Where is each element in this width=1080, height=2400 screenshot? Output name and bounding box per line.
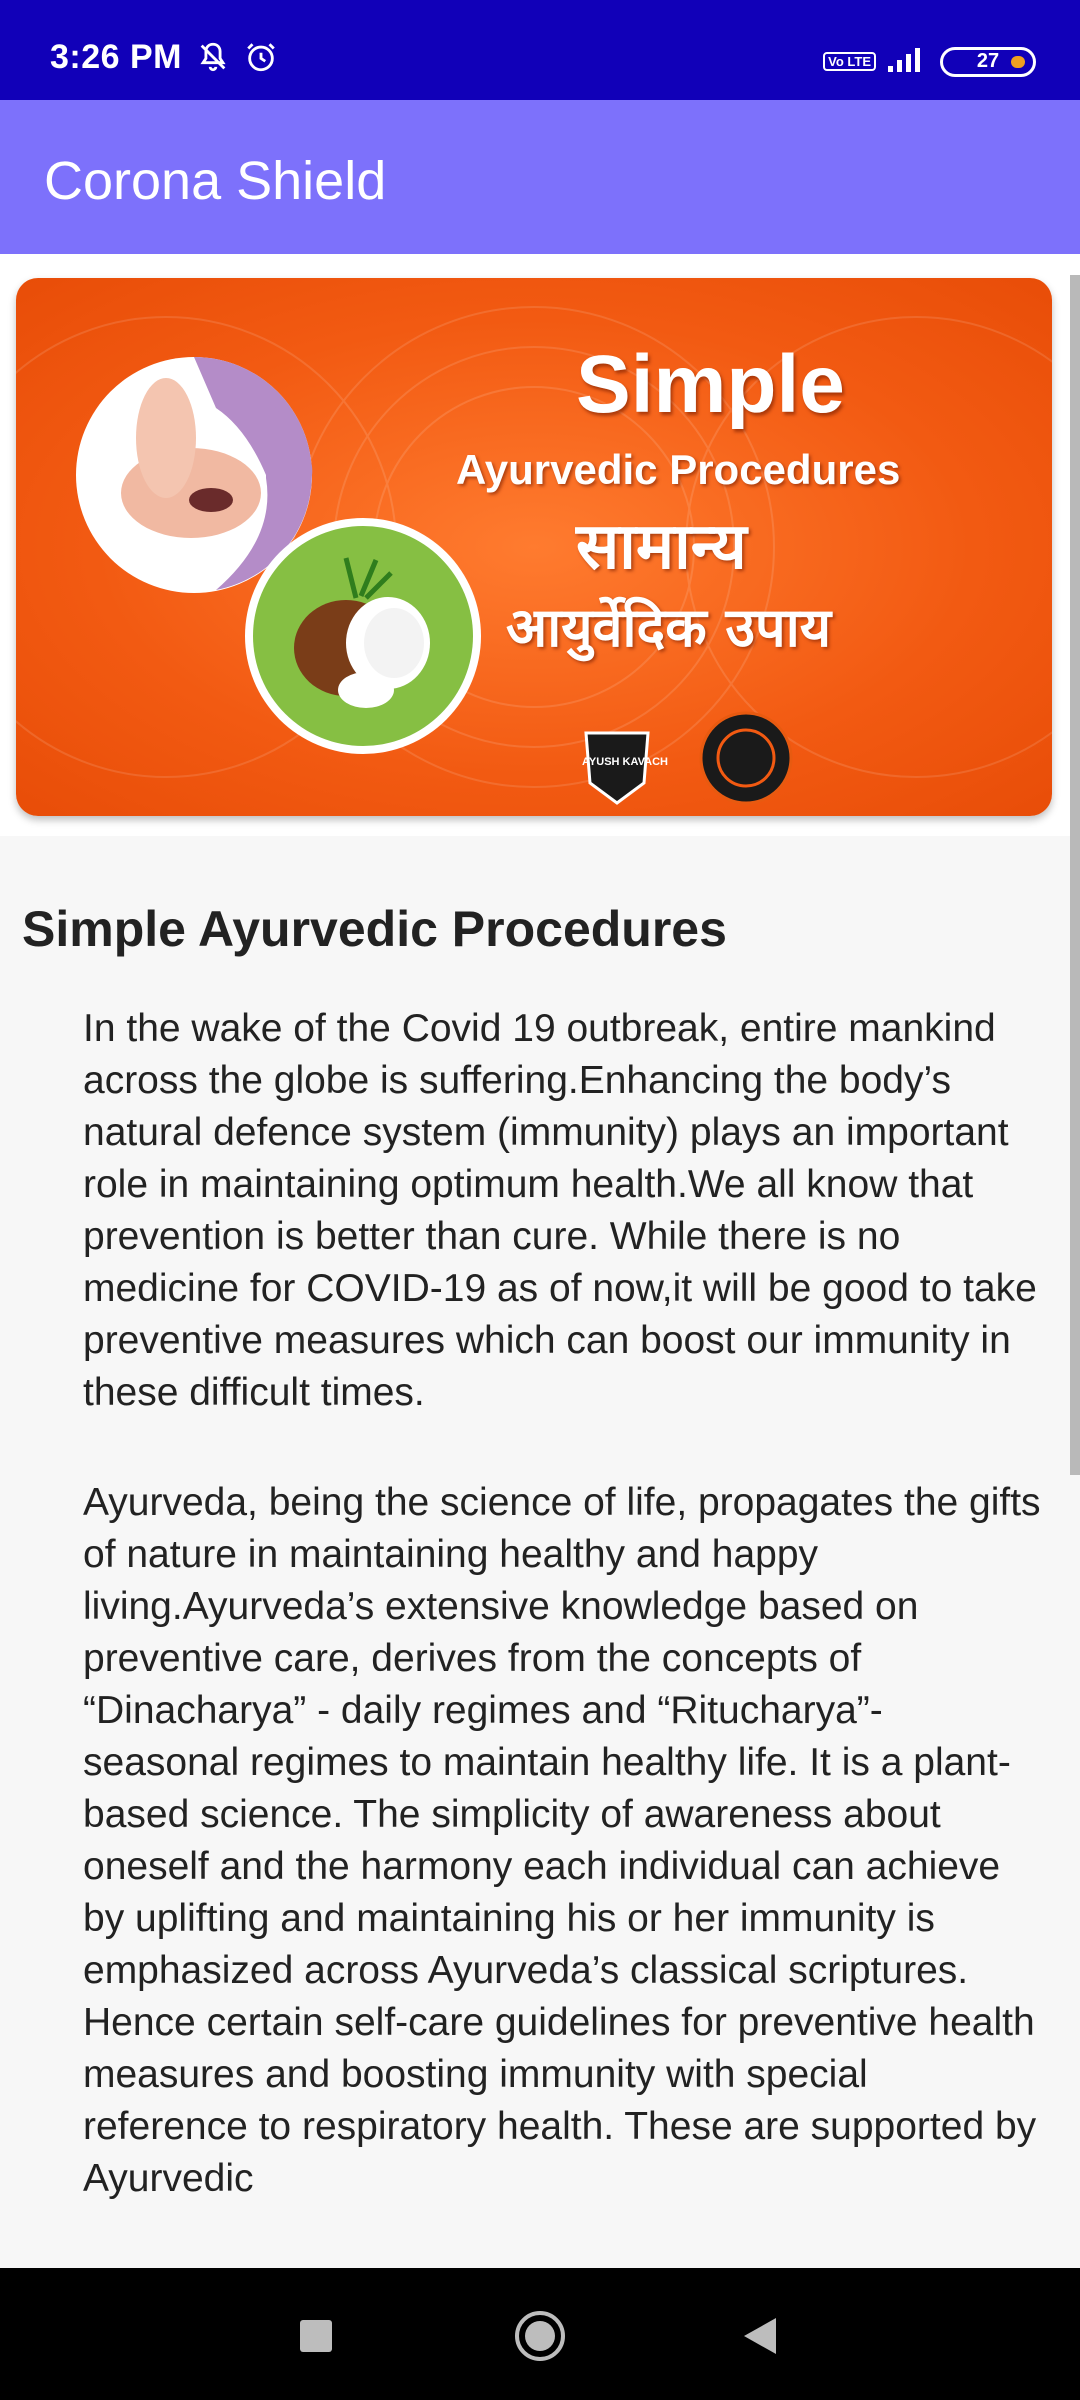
alarm-icon <box>244 40 278 79</box>
home-circle-icon <box>513 2309 567 2368</box>
banner-image: Simple Ayurvedic Procedures सामान्य आयुर… <box>16 278 1052 816</box>
app-title: Corona Shield <box>44 151 387 211</box>
article-paragraph: In the wake of the Covid 19 outbreak, en… <box>83 1007 1037 1414</box>
banner-logo-text: AYUSH KAVACH <box>582 756 668 768</box>
app-bar: Corona Shield <box>0 100 1080 254</box>
status-time: 3:26 PM <box>50 38 182 76</box>
banner-hindi-line2: आयुर्वेदिक उपाय <box>506 596 832 659</box>
scrollbar[interactable] <box>1070 275 1080 1475</box>
banner-title: Simple <box>576 339 845 430</box>
article-heading: Simple Ayurvedic Procedures <box>22 901 727 957</box>
back-triangle-icon <box>740 2315 780 2362</box>
article-paragraph: Ayurveda, being the science of life, pro… <box>83 1481 1041 2200</box>
volte-icon: Vo LTE <box>823 52 876 71</box>
banner-hindi-line1: सामान्य <box>576 510 747 584</box>
signal-icon <box>886 44 930 79</box>
status-bar: 3:26 PM Vo LTE 27 <box>0 0 1080 100</box>
back-button[interactable] <box>720 2298 800 2378</box>
network-badge: Vo LTE <box>828 54 871 69</box>
battery-icon: 27 <box>940 46 1036 77</box>
home-button[interactable] <box>500 2298 580 2378</box>
banner-illustration <box>16 306 1052 805</box>
battery-level: 27 <box>976 50 1000 72</box>
navigation-bar <box>0 2268 1080 2400</box>
recents-square-icon <box>298 2318 334 2359</box>
banner-subtitle: Ayurvedic Procedures <box>456 446 901 493</box>
recents-button[interactable] <box>276 2298 356 2378</box>
mute-bell-icon <box>196 40 230 79</box>
